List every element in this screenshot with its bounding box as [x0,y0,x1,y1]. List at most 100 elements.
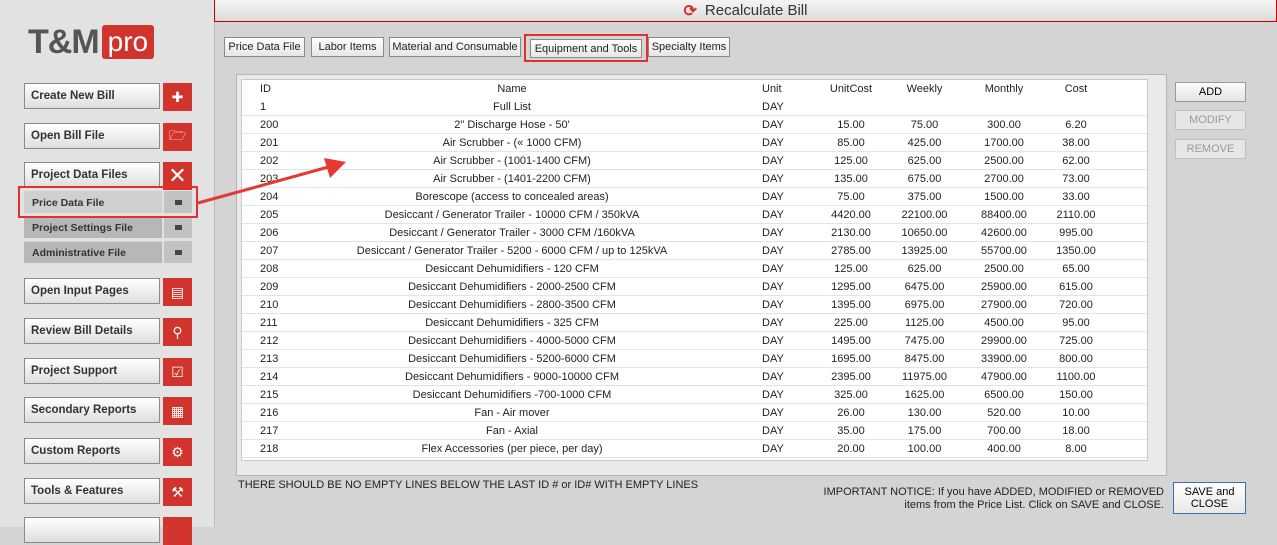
review-bill-details-button[interactable]: Review Bill Details ⚲ [24,318,192,346]
empty-lines-warning: THERE SHOULD BE NO EMPTY LINES BELOW THE… [238,479,699,491]
table-row[interactable]: 203 Air Scrubber - (1401-2200 CFM) DAY 135.… [242,170,1147,188]
table-row[interactable]: 213 Desiccant Dehumidifiers - 5200-6000 C… [242,350,1147,368]
sidebar-item-project-settings-file[interactable]: Project Settings File [24,216,192,238]
cell-cost: 995.00 [1059,227,1093,239]
open-bill-file-button[interactable]: Open Bill File 🗁 [24,123,192,151]
table-row[interactable]: 206 Desiccant / Generator Trailer - 3000 … [242,224,1147,242]
cell-unit: DAY [762,317,784,329]
table-row[interactable]: 205 Desiccant / Generator Trailer - 10000… [242,206,1147,224]
cell-id: 215 [260,389,279,401]
table-row[interactable]: 200 2" Discharge Hose - 50' DAY 15.00 75.00 3… [242,116,1147,134]
open-input-pages-button[interactable]: Open Input Pages ▤ [24,278,192,306]
cell-unit: DAY [762,119,784,131]
cell-monthly: 1500.00 [984,191,1024,203]
add-button[interactable]: ADD [1175,82,1246,102]
cell-unitcost: 15.00 [837,119,865,131]
cell-weekly: 175.00 [907,425,942,437]
table-row[interactable]: 209 Desiccant Dehumidifiers - 2000-2500 C… [242,278,1147,296]
cell-cost: 2110.00 [1056,209,1096,221]
cell-cost: 73.00 [1062,173,1090,185]
secondary-reports-button[interactable]: Secondary Reports ▦ [24,397,192,425]
custom-reports-button[interactable]: Custom Reports ⚙ [24,438,192,466]
cell-unit: DAY [762,443,784,455]
project-support-button[interactable]: Project Support ☑ [24,358,192,386]
create-new-bill-button[interactable]: Create New Bill ✚ [24,83,192,111]
cell-monthly: 700.00 [987,425,1021,437]
cell-cost: 725.00 [1059,335,1093,347]
button-label: Project Support [24,358,160,384]
cell-name: Flex Accessories (per piece, per day) [421,443,603,455]
cell-unitcost: 1495.00 [831,335,871,347]
cell-name: Desiccant Dehumidifiers - 2800-3500 CFM [408,299,616,311]
cell-monthly: 88400.00 [981,209,1027,221]
column-header-monthly: Monthly [984,83,1024,95]
column-header-unit: Unit [762,83,782,95]
table-row[interactable]: 204 Borescope (access to concealed areas)… [242,188,1147,206]
cell-id: 1 [260,101,267,113]
cell-weekly: 375.00 [907,191,942,203]
cell-unit: DAY [762,191,784,203]
table-row[interactable]: 218 Flex Accessories (per piece, per day)… [242,440,1147,458]
button-label: Create New Bill [24,83,160,109]
save-and-close-button[interactable]: SAVE and CLOSE [1173,482,1246,514]
table-row[interactable]: 214 Desiccant Dehumidifiers - 9000-10000 … [242,368,1147,386]
cell-monthly: 2700.00 [984,173,1024,185]
cell-id: 213 [260,353,279,365]
table-row[interactable]: 216 Fan - Air mover DAY 26.00 130.00 520.00 10… [242,404,1147,422]
cell-unit: DAY [762,299,784,311]
table-row[interactable]: 212 Desiccant Dehumidifiers - 4000-5000 C… [242,332,1147,350]
cell-name: Air Scrubber - (« 1000 CFM) [442,137,582,149]
table-row[interactable]: 207 Desiccant / Generator Trailer - 5200 … [242,242,1147,260]
cell-name: Full List [493,101,531,113]
cell-name: Borescope (access to concealed areas) [415,191,609,203]
modify-button[interactable]: MODIFY [1175,110,1246,130]
cell-weekly: 22100.00 [901,209,948,221]
button-label: Secondary Reports [24,397,160,423]
tab-material-and-consumable[interactable]: Material and Consumable [389,37,521,57]
button-label: Custom Reports [24,438,160,464]
cell-unit: DAY [762,389,784,401]
tools-features-button[interactable]: Tools & Features ⚒ [24,478,192,506]
cell-name: Air Scrubber - (1001-1400 CFM) [433,155,591,167]
table-row[interactable]: 217 Fan - Axial DAY 35.00 175.00 700.00 18.00 [242,422,1147,440]
cell-unitcost: 85.00 [837,137,865,149]
partial-nav-button[interactable] [24,517,192,545]
cell-unitcost: 35.00 [837,425,865,437]
cell-name: Desiccant Dehumidifiers - 4000-5000 CFM [408,335,616,347]
cell-weekly: 1125.00 [905,317,944,329]
table-row[interactable]: 202 Air Scrubber - (1001-1400 CFM) DAY 125.… [242,152,1147,170]
cell-unitcost: 135.00 [834,173,868,185]
price-table[interactable]: ID Name Unit UnitCost Weekly Monthly Cos… [241,79,1148,461]
table-row[interactable]: 215 Desiccant Dehumidifiers -700-1000 CFM… [242,386,1147,404]
table-row[interactable]: 211 Desiccant Dehumidifiers - 325 CFM DAY 2… [242,314,1147,332]
tab-specialty-items[interactable]: Specialty Items [648,37,730,57]
remove-button[interactable]: REMOVE [1175,139,1246,159]
new-file-icon: ✚ [163,83,192,111]
table-row[interactable]: 201 Air Scrubber - (« 1000 CFM) DAY 85.00 42… [242,134,1147,152]
cell-weekly: 100.00 [907,443,942,455]
cell-unitcost: 4420.00 [831,209,871,221]
cell-name: Desiccant Dehumidifiers - 2000-2500 CFM [408,281,616,293]
table-row[interactable]: 210 Desiccant Dehumidifiers - 2800-3500 C… [242,296,1147,314]
cell-name: Desiccant / Generator Trailer - 3000 CFM… [389,227,635,239]
cell-monthly: 2500.00 [984,155,1024,167]
sidebar-item-administrative-file[interactable]: Administrative File [24,241,192,263]
subitem-label: Project Settings File [24,216,162,238]
cell-unitcost: 75.00 [837,191,865,203]
cell-cost: 95.00 [1062,317,1090,329]
cell-weekly: 675.00 [907,173,942,185]
table-row[interactable]: 1 Full List DAY [242,98,1147,116]
tab-price-data-file[interactable]: Price Data File [224,37,305,57]
cell-unitcost: 1395.00 [831,299,871,311]
recalculate-bill-button[interactable]: ⟳ Recalculate Bill [214,0,1277,22]
cell-cost: 33.00 [1062,191,1090,203]
cell-id: 201 [260,137,279,149]
cell-cost: 18.00 [1062,425,1090,437]
tab-labor-items[interactable]: Labor Items [311,37,384,57]
cell-cost: 1100.00 [1056,371,1096,383]
cell-monthly: 29900.00 [981,335,1027,347]
table-row[interactable]: 208 Desiccant Dehumidifiers - 120 CFM DAY 1… [242,260,1147,278]
button-label: CLOSE [1190,498,1229,510]
important-notice: IMPORTANT NOTICE: If you have ADDED, MOD… [782,486,1164,512]
cell-cost: 150.00 [1059,389,1093,401]
